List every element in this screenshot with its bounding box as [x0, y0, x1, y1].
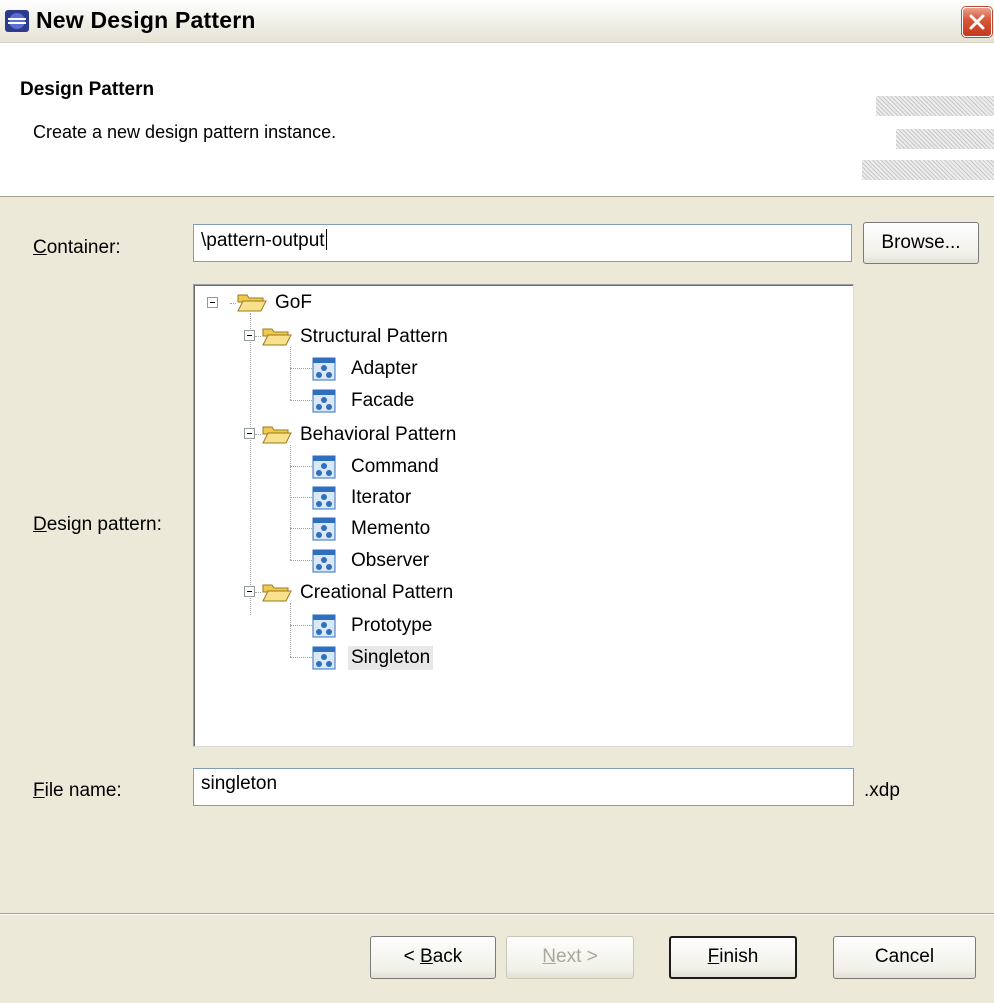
- open-folder-icon: [262, 328, 292, 346]
- close-button[interactable]: [962, 7, 992, 37]
- design-pattern-tree[interactable]: GoF Structural Pattern Adapter Facade Be…: [193, 284, 854, 747]
- cancel-button[interactable]: Cancel: [833, 936, 976, 979]
- pattern-diagram-icon: [312, 646, 336, 670]
- file-extension-label: .xdp: [864, 780, 900, 801]
- tree-line: [290, 528, 312, 529]
- title-bar[interactable]: New Design Pattern: [0, 0, 994, 43]
- banner-decoration: [862, 160, 994, 180]
- file-name-input[interactable]: singleton: [193, 768, 854, 806]
- pattern-diagram-icon: [312, 517, 336, 541]
- banner-title: Design Pattern: [20, 79, 155, 100]
- pattern-diagram-icon: [312, 486, 336, 510]
- pattern-diagram-icon: [312, 357, 336, 381]
- window-title: New Design Pattern: [36, 7, 256, 33]
- tree-line: [290, 347, 291, 400]
- tree-line: [290, 625, 312, 626]
- next-button[interactable]: Next >: [506, 936, 634, 979]
- collapse-minus-icon[interactable]: [244, 428, 255, 439]
- tree-line: [290, 400, 312, 401]
- banner-decoration: [896, 129, 994, 149]
- design-pattern-label: Design pattern:: [33, 514, 162, 535]
- tree-line: [290, 657, 312, 658]
- back-button[interactable]: < Back: [370, 936, 496, 979]
- tree-line: [290, 445, 291, 560]
- pattern-diagram-icon: [312, 455, 336, 479]
- open-folder-icon: [262, 584, 292, 602]
- tree-line: [290, 560, 312, 561]
- close-icon: [969, 14, 985, 30]
- collapse-minus-icon[interactable]: [244, 330, 255, 341]
- tree-line: [250, 313, 251, 615]
- pattern-diagram-icon: [312, 614, 336, 638]
- tree-line: [290, 466, 312, 467]
- open-folder-icon: [237, 294, 267, 312]
- container-input[interactable]: \pattern-output: [193, 224, 852, 262]
- finish-button[interactable]: Finish: [669, 936, 797, 979]
- pattern-diagram-icon: [312, 389, 336, 413]
- file-name-label: File name:: [33, 780, 122, 801]
- eclipse-app-icon: [5, 10, 29, 32]
- banner-description: Create a new design pattern instance.: [33, 122, 337, 142]
- open-folder-icon: [262, 426, 292, 444]
- collapse-minus-icon[interactable]: [244, 586, 255, 597]
- pattern-diagram-icon: [312, 549, 336, 573]
- container-label: Container:: [33, 237, 121, 258]
- text-caret: [325, 229, 327, 250]
- tree-line: [290, 497, 312, 498]
- banner-decoration: [876, 96, 994, 116]
- wizard-banner: Design Pattern Create a new design patte…: [0, 43, 994, 197]
- tree-line: [290, 603, 291, 657]
- footer-separator: [0, 914, 994, 915]
- browse-button[interactable]: Browse...: [863, 222, 979, 264]
- collapse-minus-icon[interactable]: [207, 297, 218, 308]
- tree-line: [290, 368, 312, 369]
